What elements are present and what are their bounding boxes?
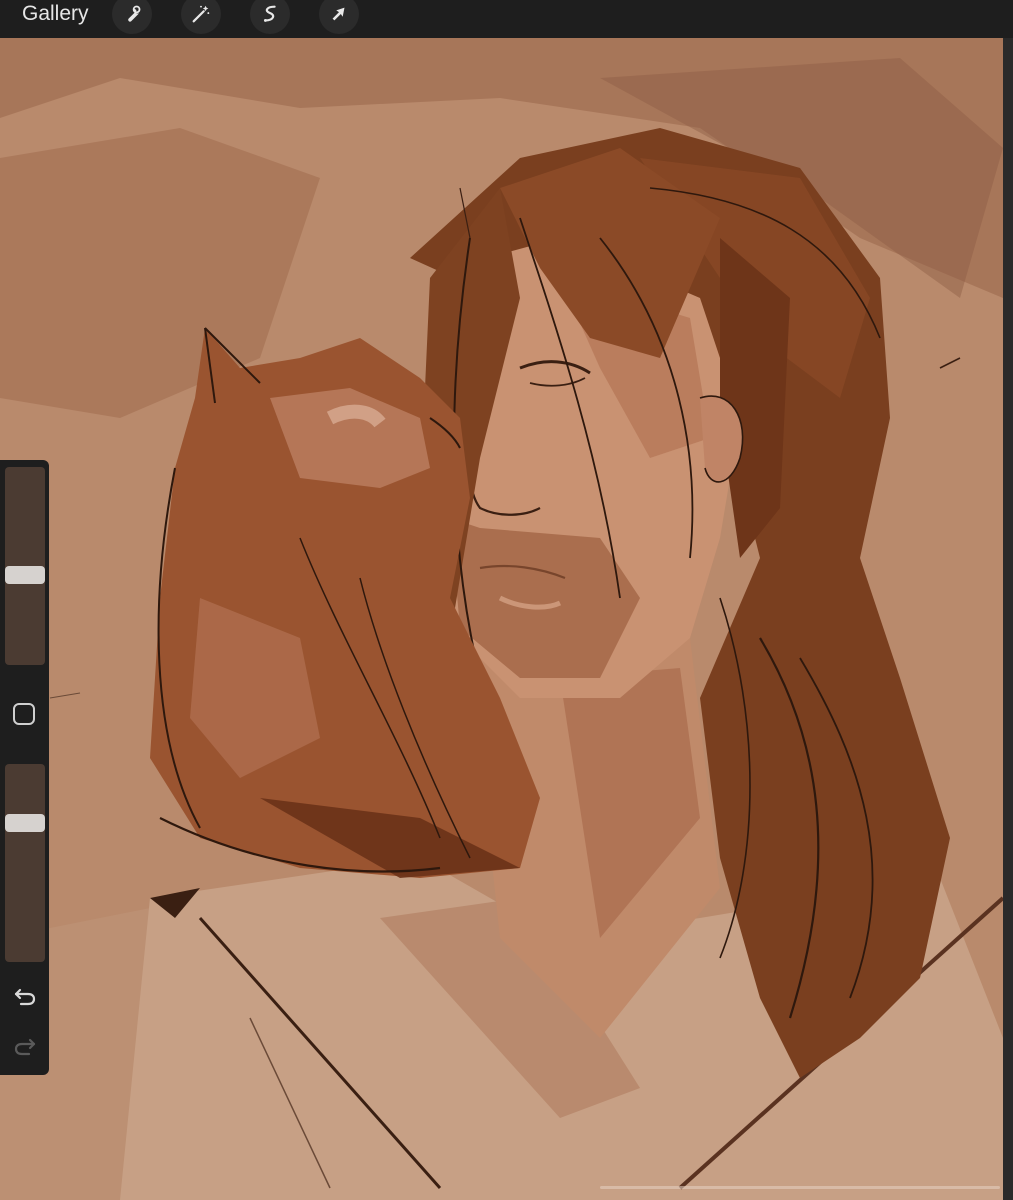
brush-sidebar [0,460,49,1075]
painting-artwork [0,38,1003,1200]
brush-size-slider[interactable] [5,467,45,665]
actions-button[interactable] [112,0,152,34]
canvas-right-edge [1003,38,1013,1200]
opacity-thumb[interactable] [5,814,45,832]
adjustments-button[interactable] [181,0,221,34]
gallery-button[interactable]: Gallery [22,2,89,26]
selection-icon [263,5,276,22]
undo-button[interactable] [12,982,38,1008]
top-toolbar: Gallery [0,0,1013,38]
brush-size-thumb[interactable] [5,566,45,584]
wrench-icon [128,5,141,22]
modify-button[interactable] [13,703,35,725]
transform-button[interactable] [319,0,359,34]
opacity-slider[interactable] [5,764,45,962]
redo-icon [14,1038,36,1056]
magic-wand-icon [192,5,210,23]
transform-arrow-icon [332,7,345,21]
procreate-app: Gallery [0,0,1013,1200]
selection-button[interactable] [250,0,290,34]
drawing-canvas[interactable] [0,38,1003,1200]
home-indicator [600,1186,1000,1189]
redo-button[interactable] [12,1032,38,1058]
undo-icon [14,988,36,1006]
